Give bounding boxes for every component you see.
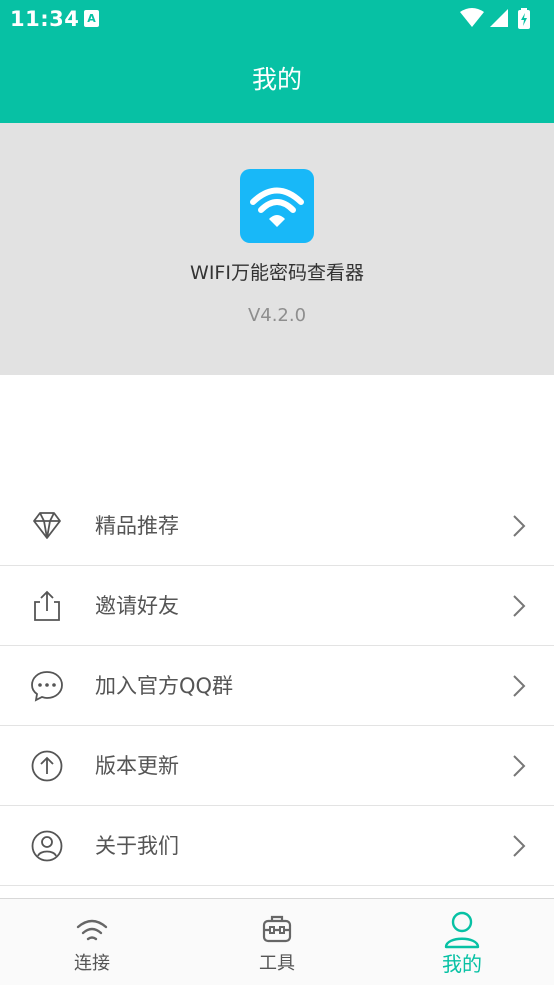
app-header: 11:34 A 我的 — [0, 0, 554, 123]
menu-item-join-qq-group[interactable]: 加入官方QQ群 — [0, 646, 554, 726]
wifi-icon — [76, 919, 108, 941]
user-circle-icon — [31, 830, 63, 862]
wifi-signal-icon — [460, 8, 484, 27]
status-icons — [460, 8, 530, 29]
cell-signal-icon — [490, 9, 508, 27]
tab-label: 工具 — [259, 953, 295, 974]
tab-connect[interactable]: 连接 — [0, 899, 184, 985]
tab-label: 我的 — [442, 952, 482, 976]
tab-tools[interactable]: 工具 — [185, 899, 369, 985]
tab-label: 连接 — [74, 953, 110, 974]
app-version: V4.2.0 — [247, 305, 307, 326]
app-logo-icon — [240, 169, 314, 243]
app-info-panel: WIFI万能密码查看器 V4.2.0 — [0, 123, 554, 375]
chevron-right-icon — [513, 515, 526, 537]
app-name: WIFI万能密码查看器 — [190, 262, 364, 284]
chevron-right-icon — [513, 835, 526, 857]
bottom-tab-bar: 连接 工具 我的 — [0, 898, 554, 985]
menu-item-label: 加入官方QQ群 — [95, 674, 234, 698]
menu-item-label: 版本更新 — [95, 754, 179, 778]
battery-icon — [518, 8, 530, 29]
menu-item-version-update[interactable]: 版本更新 — [0, 726, 554, 806]
menu-item-label: 精品推荐 — [95, 514, 179, 538]
toolbox-icon — [262, 915, 292, 943]
tab-mine[interactable]: 我的 — [370, 899, 554, 985]
share-icon — [34, 590, 60, 621]
chevron-right-icon — [513, 675, 526, 697]
status-bar: 11:34 A — [0, 0, 554, 38]
menu-item-about-us[interactable]: 关于我们 — [0, 806, 554, 886]
notification-icon: A — [84, 10, 99, 27]
chevron-right-icon — [513, 595, 526, 617]
settings-menu: 精品推荐 邀请好友 加入官方QQ群 版本更新 关于我们 — [0, 486, 554, 886]
chat-bubble-icon — [31, 671, 63, 702]
menu-item-recommended[interactable]: 精品推荐 — [0, 486, 554, 566]
arrow-up-circle-icon — [31, 750, 63, 782]
user-icon — [444, 911, 480, 949]
status-time: 11:34 — [10, 7, 80, 31]
menu-item-invite-friends[interactable]: 邀请好友 — [0, 566, 554, 646]
diamond-icon — [33, 512, 61, 539]
page-title: 我的 — [251, 65, 302, 94]
menu-item-label: 邀请好友 — [95, 594, 179, 618]
chevron-right-icon — [513, 755, 526, 777]
menu-item-label: 关于我们 — [95, 834, 179, 858]
